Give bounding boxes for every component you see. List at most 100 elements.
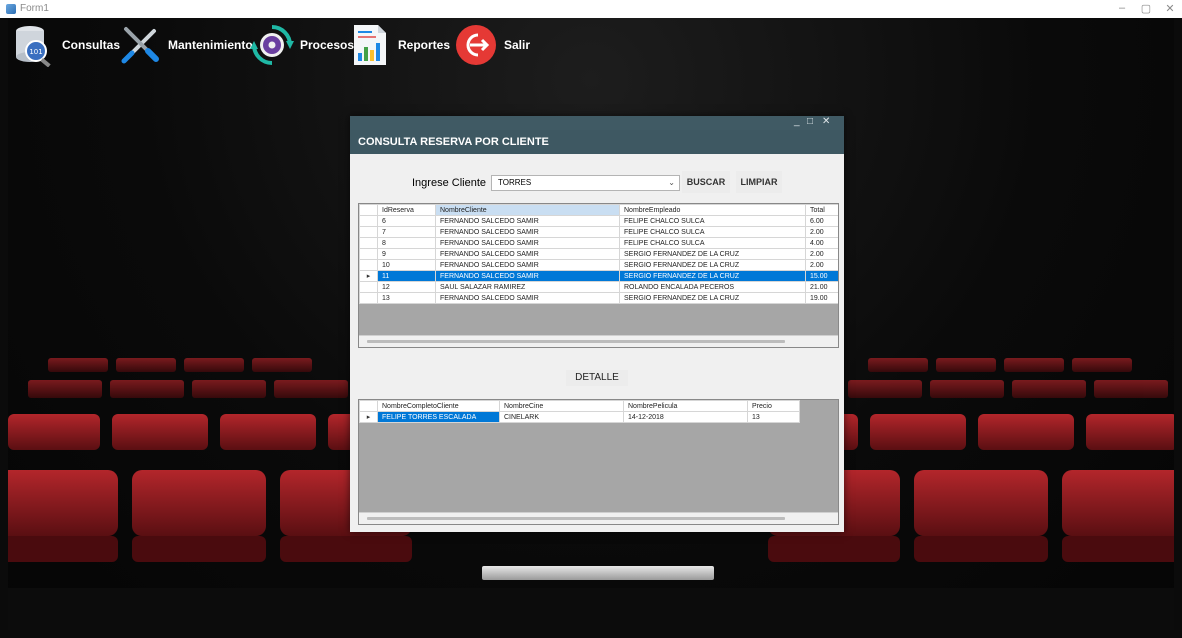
row-header[interactable]: ▸ — [359, 270, 378, 282]
table-cell[interactable]: FELIPE CHALCO SULCA — [619, 215, 806, 227]
column-header[interactable]: NombreCine — [499, 400, 624, 412]
table-cell[interactable]: 12 — [377, 281, 436, 293]
table-row[interactable]: 8 FERNANDO SALCEDO SAMIR FELIPE CHALCO SUL… — [359, 237, 838, 249]
minimize-button[interactable]: – — [1112, 2, 1132, 14]
row-header[interactable] — [359, 248, 378, 260]
table-cell[interactable]: 15.00 — [805, 270, 838, 282]
table-row[interactable]: ▸ 11 FERNANDO SALCEDO SAMIR SERGIO FERNANDE… — [359, 270, 838, 282]
reservas-horizontal-scrollbar[interactable] — [359, 335, 838, 347]
table-row[interactable]: ▸ FELIPE TORRES ESCALADA CINELARK 14-12-201… — [359, 411, 800, 423]
form-minimize-button[interactable]: _ — [794, 116, 800, 127]
table-row[interactable]: 6 FERNANDO SALCEDO SAMIR FELIPE CHALCO SUL… — [359, 215, 838, 227]
row-header[interactable] — [359, 292, 378, 304]
column-header[interactable]: NombrePelicula — [623, 400, 748, 412]
form-title: CONSULTA RESERVA POR CLIENTE — [358, 136, 549, 148]
row-header[interactable]: ▸ — [359, 411, 378, 423]
table-row[interactable]: 7 FERNANDO SALCEDO SAMIR FELIPE CHALCO SUL… — [359, 226, 838, 238]
window-title: Form1 — [20, 3, 49, 14]
table-cell[interactable]: 21.00 — [805, 281, 838, 293]
table-cell[interactable]: SERGIO FERNANDEZ DE LA CRUZ — [619, 270, 806, 282]
detalle-label: DETALLE — [566, 370, 628, 386]
table-cell[interactable]: CINELARK — [499, 411, 624, 423]
menu-reportes[interactable]: Reportes — [348, 20, 450, 70]
column-header[interactable]: NombreEmpleado — [619, 204, 806, 216]
menu-salir-label: Salir — [504, 38, 531, 52]
menu-salir[interactable]: Salir — [454, 20, 530, 70]
menu-reportes-label: Reportes — [398, 38, 451, 52]
tools-icon — [121, 27, 159, 64]
table-cell[interactable]: SERGIO FERNANDEZ DE LA CRUZ — [619, 259, 806, 271]
table-cell[interactable]: 8 — [377, 237, 436, 249]
table-row[interactable]: 12 SAUL SALAZAR RAMIREZ ROLANDO ENCALADA P… — [359, 281, 838, 293]
scrollbar-thumb[interactable] — [367, 517, 785, 520]
table-cell[interactable]: 10 — [377, 259, 436, 271]
menu-consultas-label: Consultas — [62, 38, 121, 52]
row-header[interactable] — [359, 259, 378, 271]
table-cell[interactable]: FERNANDO SALCEDO SAMIR — [435, 215, 620, 227]
table-row[interactable]: 9 FERNANDO SALCEDO SAMIR SERGIO FERNANDEZ … — [359, 248, 838, 260]
scrollbar-thumb[interactable] — [367, 340, 785, 343]
table-cell[interactable]: FERNANDO SALCEDO SAMIR — [435, 270, 620, 282]
table-cell[interactable]: 2.00 — [805, 259, 838, 271]
cliente-combobox[interactable]: TORRES ⌄ — [491, 175, 680, 191]
table-cell[interactable]: ROLANDO ENCALADA PECEROS — [619, 281, 806, 293]
maximize-button[interactable]: ▢ — [1136, 2, 1156, 15]
consulta-reserva-form: _ □ ✕ CONSULTA RESERVA POR CLIENTE Ingre… — [350, 116, 844, 532]
reservas-grid[interactable]: IdReserva NombreCliente NombreEmpleado T… — [358, 203, 839, 348]
column-header[interactable]: Precio — [747, 400, 800, 412]
form-header: CONSULTA RESERVA POR CLIENTE — [350, 130, 844, 154]
cliente-label: Ingrese Cliente — [412, 177, 486, 189]
row-header[interactable] — [359, 215, 378, 227]
column-header[interactable]: NombreCompletoCliente — [377, 400, 500, 412]
table-cell[interactable]: FERNANDO SALCEDO SAMIR — [435, 226, 620, 238]
close-button[interactable]: ✕ — [1160, 2, 1180, 15]
table-row[interactable]: 13 FERNANDO SALCEDO SAMIR SERGIO FERNANDEZ… — [359, 292, 838, 304]
table-cell[interactable]: 9 — [377, 248, 436, 260]
table-cell[interactable]: 13 — [747, 411, 800, 423]
menu-procesos[interactable]: Procesos — [250, 20, 354, 70]
table-cell[interactable]: SERGIO FERNANDEZ DE LA CRUZ — [619, 248, 806, 260]
limpiar-button[interactable]: LIMPIAR — [736, 171, 782, 193]
table-cell[interactable]: 11 — [377, 270, 436, 282]
table-cell[interactable]: FERNANDO SALCEDO SAMIR — [435, 292, 620, 304]
table-cell[interactable]: 7 — [377, 226, 436, 238]
table-row[interactable]: 10 FERNANDO SALCEDO SAMIR SERGIO FERNANDEZ… — [359, 259, 838, 271]
table-cell[interactable]: FERNANDO SALCEDO SAMIR — [435, 237, 620, 249]
table-cell[interactable]: FELIPE CHALCO SULCA — [619, 226, 806, 238]
table-cell[interactable]: 2.00 — [805, 226, 838, 238]
column-header[interactable]: Total — [805, 204, 838, 216]
table-cell[interactable]: 14-12-2018 — [623, 411, 748, 423]
cinema-stage — [482, 566, 714, 580]
buscar-button[interactable]: BUSCAR — [682, 171, 730, 193]
detalle-grid[interactable]: NombreCompletoCliente NombreCine NombreP… — [358, 399, 839, 525]
table-cell[interactable]: FERNANDO SALCEDO SAMIR — [435, 259, 620, 271]
table-cell[interactable]: 19.00 — [805, 292, 838, 304]
form-control-bar: _ □ ✕ — [350, 116, 844, 130]
table-cell[interactable]: 6.00 — [805, 215, 838, 227]
form-close-button[interactable]: ✕ — [822, 116, 830, 127]
table-cell[interactable]: FERNANDO SALCEDO SAMIR — [435, 248, 620, 260]
exit-icon — [456, 25, 496, 65]
row-header[interactable] — [359, 281, 378, 293]
menu-mantenimiento[interactable]: Mantenimiento — [118, 20, 253, 70]
menu-consultas[interactable]: 101 Consultas — [12, 20, 120, 70]
row-header[interactable] — [359, 237, 378, 249]
row-header-corner — [359, 400, 378, 412]
cliente-combobox-value: TORRES — [498, 178, 532, 187]
table-cell[interactable]: FELIPE TORRES ESCALADA — [377, 411, 500, 423]
form-maximize-button[interactable]: □ — [807, 116, 813, 127]
detalle-header-row: NombreCompletoCliente NombreCine NombreP… — [359, 400, 800, 412]
table-cell[interactable]: 4.00 — [805, 237, 838, 249]
table-cell[interactable]: SERGIO FERNANDEZ DE LA CRUZ — [619, 292, 806, 304]
chevron-down-icon[interactable]: ⌄ — [668, 176, 675, 190]
table-cell[interactable]: 2.00 — [805, 248, 838, 260]
column-header[interactable]: IdReserva — [377, 204, 436, 216]
table-cell[interactable]: 6 — [377, 215, 436, 227]
column-header[interactable]: NombreCliente — [435, 204, 620, 216]
table-cell[interactable]: FELIPE CHALCO SULCA — [619, 237, 806, 249]
table-cell[interactable]: SAUL SALAZAR RAMIREZ — [435, 281, 620, 293]
row-header[interactable] — [359, 226, 378, 238]
detalle-horizontal-scrollbar[interactable] — [359, 512, 838, 524]
process-gear-icon — [250, 25, 294, 65]
table-cell[interactable]: 13 — [377, 292, 436, 304]
